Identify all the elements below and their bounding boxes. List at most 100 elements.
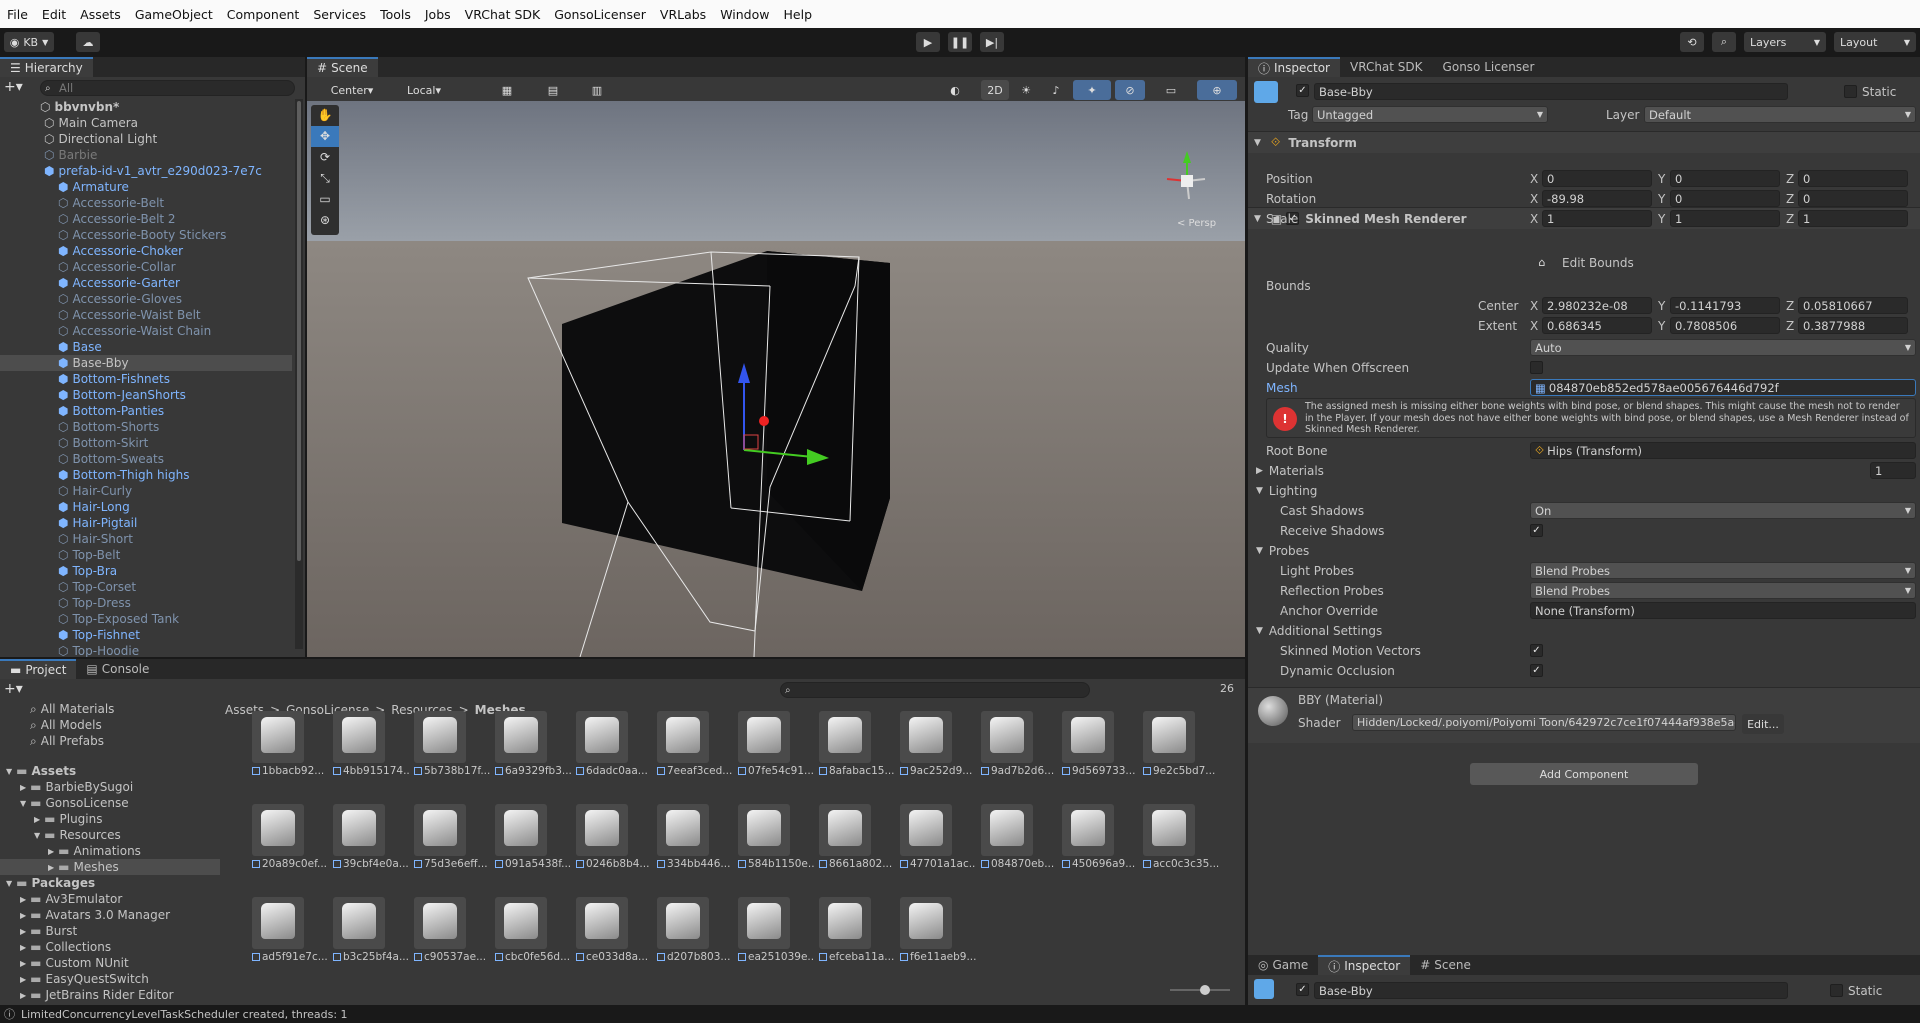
mesh-asset-label[interactable]: 47701a1ac... bbox=[900, 858, 976, 870]
mesh-field[interactable]: ▦ 084870eb852ed578ae005676446d792f bbox=[1530, 379, 1916, 396]
mesh-asset-label[interactable]: ad5f91e7c... bbox=[252, 951, 328, 963]
tab-inspector-2[interactable]: ⓘ Inspector bbox=[1318, 955, 1411, 975]
extent-z-field[interactable]: 0.3877988 bbox=[1798, 317, 1908, 334]
mesh-asset-thumbnail[interactable] bbox=[1062, 711, 1114, 763]
axis-label-y[interactable]: Y bbox=[1658, 298, 1665, 314]
hierarchy-item[interactable]: ⬡ Accessorie-Booty Stickers bbox=[0, 227, 292, 243]
hierarchy-item[interactable]: ⬢ prefab-id-v1_avtr_e290d023-7e7c bbox=[0, 163, 292, 179]
probes-foldout[interactable]: ▼ Probes bbox=[1256, 543, 1309, 559]
hierarchy-item[interactable]: ⬢ Bottom-JeanShorts bbox=[0, 387, 292, 403]
menu-item-edit[interactable]: Edit bbox=[35, 7, 73, 22]
project-tree-item[interactable]: ▶ ▬ Collections bbox=[0, 939, 220, 955]
static-checkbox-2[interactable] bbox=[1830, 984, 1843, 997]
axis-label-y[interactable]: Y bbox=[1658, 318, 1665, 334]
mesh-asset-thumbnail[interactable] bbox=[981, 804, 1033, 856]
menu-item-window[interactable]: Window bbox=[713, 7, 776, 22]
tab-gonso-licenser[interactable]: Gonso Licenser bbox=[1433, 57, 1545, 77]
tab-game[interactable]: ◎ Game bbox=[1248, 955, 1318, 975]
hierarchy-scrollbar[interactable] bbox=[295, 99, 303, 649]
project-tree-item[interactable]: ▶ ▬ Burst bbox=[0, 923, 220, 939]
project-tree-item[interactable]: ▶ ▬ Animations bbox=[0, 843, 220, 859]
mesh-asset-thumbnail[interactable] bbox=[252, 711, 304, 763]
center-y-field[interactable]: -0.1141793 bbox=[1670, 297, 1780, 314]
mesh-asset-label[interactable]: 8afabac15... bbox=[819, 765, 895, 777]
mesh-asset-thumbnail[interactable] bbox=[252, 804, 304, 856]
hierarchy-item[interactable]: ⬡ Accessorie-Waist Belt bbox=[0, 307, 292, 323]
position-x-field[interactable]: 0 bbox=[1542, 170, 1652, 187]
mesh-asset-thumbnail[interactable] bbox=[819, 711, 871, 763]
mesh-asset-label[interactable]: c90537ae... bbox=[414, 951, 490, 963]
align-button[interactable]: ▥ bbox=[579, 80, 615, 100]
mesh-asset-label[interactable]: b3c25bf4a... bbox=[333, 951, 409, 963]
hierarchy-search-input[interactable]: ⌕ All bbox=[40, 80, 295, 96]
axis-label-z[interactable]: Z bbox=[1786, 171, 1794, 187]
hand-tool-icon[interactable]: ✋ bbox=[311, 105, 339, 126]
mesh-asset-label[interactable]: 9e2c5bd7... bbox=[1143, 765, 1219, 777]
mesh-asset-label[interactable]: 9d569733... bbox=[1062, 765, 1138, 777]
persp-label[interactable]: < Persp bbox=[1177, 218, 1216, 229]
menu-item-services[interactable]: Services bbox=[306, 7, 373, 22]
menu-item-component[interactable]: Component bbox=[220, 7, 307, 22]
hierarchy-item[interactable]: ⬡ Main Camera bbox=[0, 115, 292, 131]
axis-label-x[interactable]: X bbox=[1530, 171, 1538, 187]
axis-label-z[interactable]: Z bbox=[1786, 318, 1794, 334]
mesh-asset-label[interactable]: 6dadc0aa... bbox=[576, 765, 652, 777]
hierarchy-item[interactable]: ⬢ Top-Bra bbox=[0, 563, 292, 579]
layer-dropdown[interactable]: Default ▼ bbox=[1644, 106, 1916, 123]
mesh-asset-thumbnail[interactable] bbox=[333, 897, 385, 949]
shading-dropdown[interactable]: ◐ bbox=[935, 80, 975, 100]
static-checkbox[interactable] bbox=[1844, 85, 1857, 98]
mesh-asset-thumbnail[interactable] bbox=[1143, 711, 1195, 763]
mesh-asset-thumbnail[interactable] bbox=[900, 897, 952, 949]
create-button[interactable]: +▾ bbox=[4, 681, 23, 697]
hierarchy-item[interactable]: ⬡ Accessorie-Collar bbox=[0, 259, 292, 275]
menu-item-tools[interactable]: Tools bbox=[373, 7, 418, 22]
center-x-field[interactable]: 2.980232e-08 bbox=[1542, 297, 1652, 314]
hierarchy-item[interactable]: ⬢ Bottom-Fishnets bbox=[0, 371, 292, 387]
receive-shadows-checkbox[interactable]: ✓ bbox=[1530, 524, 1543, 537]
hidden-objects-toggle[interactable]: ⊘ bbox=[1115, 80, 1145, 100]
menu-item-vrchat-sdk[interactable]: VRChat SDK bbox=[458, 7, 548, 22]
mesh-asset-thumbnail[interactable] bbox=[576, 804, 628, 856]
project-tree-item[interactable]: ▶ ▬ BarbieBySugoi bbox=[0, 779, 220, 795]
axis-label-y[interactable]: Y bbox=[1658, 191, 1665, 207]
mesh-asset-thumbnail[interactable] bbox=[495, 897, 547, 949]
rotation-z-field[interactable]: 0 bbox=[1798, 190, 1908, 207]
project-search-input[interactable]: ⌕ bbox=[780, 682, 1090, 698]
grid-snap-button[interactable]: ▦ bbox=[487, 80, 527, 100]
mesh-asset-thumbnail[interactable] bbox=[738, 897, 790, 949]
hierarchy-item[interactable]: ⬡ Top-Exposed Tank bbox=[0, 611, 292, 627]
tag-dropdown[interactable]: Untagged ▼ bbox=[1312, 106, 1548, 123]
hierarchy-item[interactable]: ⬢ Top-Fishnet bbox=[0, 627, 292, 643]
hierarchy-item[interactable]: ⬡ bbvnvbn* bbox=[0, 99, 292, 115]
additional-settings-foldout[interactable]: ▼ Additional Settings bbox=[1256, 623, 1382, 639]
mesh-asset-label[interactable]: d207b803... bbox=[657, 951, 733, 963]
mesh-asset-thumbnail[interactable] bbox=[414, 897, 466, 949]
reflection-probes-dropdown[interactable]: Blend Probes ▼ bbox=[1530, 582, 1916, 599]
hierarchy-item[interactable]: ⬡ Accessorie-Belt bbox=[0, 195, 292, 211]
step-button[interactable]: ▶| bbox=[980, 32, 1004, 52]
space-dropdown[interactable]: Local ▾ bbox=[393, 80, 455, 100]
axis-label-z[interactable]: Z bbox=[1786, 191, 1794, 207]
quality-dropdown[interactable]: Auto ▼ bbox=[1530, 339, 1916, 356]
mesh-asset-thumbnail[interactable] bbox=[576, 711, 628, 763]
project-tree-item[interactable]: ▶ ▬ Avatars 3.0 Manager bbox=[0, 907, 220, 923]
position-z-field[interactable]: 0 bbox=[1798, 170, 1908, 187]
mesh-asset-label[interactable]: 07fe54c91... bbox=[738, 765, 814, 777]
layers-dropdown[interactable]: Layers ▼ bbox=[1744, 32, 1826, 52]
hierarchy-item[interactable]: ⬡ Hair-Curly bbox=[0, 483, 292, 499]
hierarchy-item[interactable]: ⬡ Top-Corset bbox=[0, 579, 292, 595]
mesh-asset-thumbnail[interactable] bbox=[738, 804, 790, 856]
status-text[interactable]: LimitedConcurrencyLevelTaskScheduler cre… bbox=[21, 1008, 348, 1021]
project-tree-item[interactable]: ▶ ▬ Custom NUnit bbox=[0, 955, 220, 971]
menu-item-vrlabs[interactable]: VRLabs bbox=[653, 7, 713, 22]
mesh-asset-label[interactable]: 8661a802... bbox=[819, 858, 895, 870]
tab-vrchat-sdk[interactable]: VRChat SDK bbox=[1340, 57, 1433, 77]
menu-item-gonsolicenser[interactable]: GonsoLicenser bbox=[547, 7, 653, 22]
mesh-asset-thumbnail[interactable] bbox=[657, 804, 709, 856]
play-button[interactable]: ▶ bbox=[916, 32, 940, 52]
zoom-slider[interactable] bbox=[1170, 985, 1230, 995]
menu-item-file[interactable]: File bbox=[0, 7, 35, 22]
cast-shadows-dropdown[interactable]: On ▼ bbox=[1530, 502, 1916, 519]
search-button[interactable]: ⌕ bbox=[1712, 32, 1736, 52]
